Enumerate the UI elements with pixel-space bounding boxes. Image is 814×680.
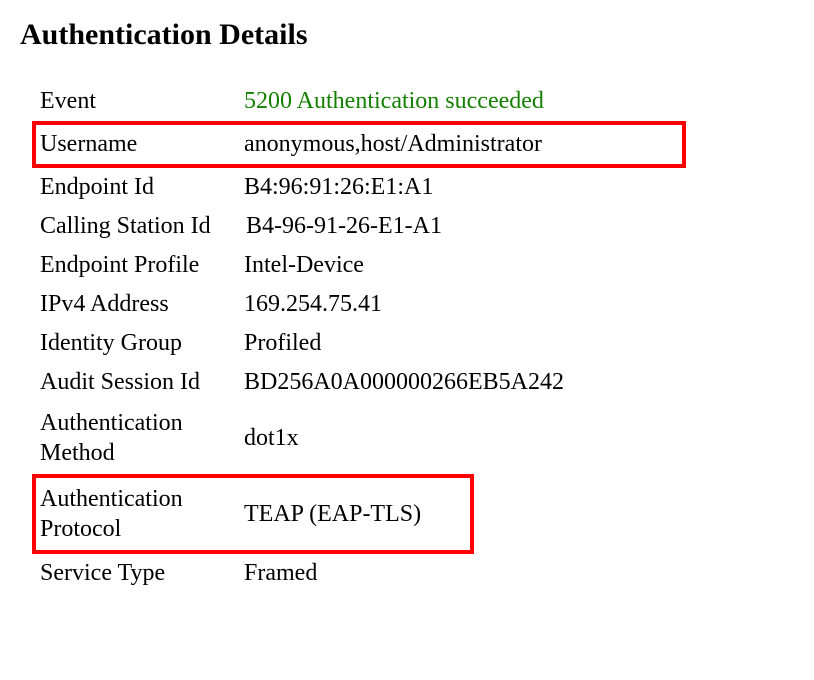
label-event: Event bbox=[40, 88, 244, 115]
row-service-type: Service Type Framed bbox=[36, 554, 794, 593]
value-calling-station-id: B4-96-91-26-E1-A1 bbox=[246, 213, 790, 240]
value-event: 5200 Authentication succeeded bbox=[244, 88, 790, 115]
row-ipv4-address: IPv4 Address 169.254.75.41 bbox=[36, 285, 794, 324]
page-title: Authentication Details bbox=[20, 18, 794, 52]
value-ipv4-address: 169.254.75.41 bbox=[244, 291, 790, 318]
label-audit-session-id: Audit Session Id bbox=[40, 369, 244, 396]
label-endpoint-id: Endpoint Id bbox=[40, 174, 244, 201]
value-endpoint-profile: Intel-Device bbox=[244, 252, 790, 279]
label-service-type: Service Type bbox=[40, 560, 244, 587]
value-username: anonymous,host/Administrator bbox=[244, 131, 678, 158]
value-auth-method: dot1x bbox=[244, 425, 790, 452]
label-endpoint-profile: Endpoint Profile bbox=[40, 252, 244, 279]
row-event: Event 5200 Authentication succeeded bbox=[36, 82, 794, 121]
row-audit-session-id: Audit Session Id BD256A0A000000266EB5A24… bbox=[36, 363, 794, 402]
value-identity-group: Profiled bbox=[244, 330, 790, 357]
value-service-type: Framed bbox=[244, 560, 790, 587]
row-endpoint-profile: Endpoint Profile Intel-Device bbox=[36, 246, 794, 285]
value-auth-protocol: TEAP (EAP-TLS) bbox=[244, 501, 466, 528]
row-auth-protocol: Authentication Protocol TEAP (EAP-TLS) bbox=[32, 474, 474, 554]
authentication-details-table: Event 5200 Authentication succeeded User… bbox=[36, 82, 794, 593]
row-username: Username anonymous,host/Administrator bbox=[32, 121, 686, 168]
value-endpoint-id: B4:96:91:26:E1:A1 bbox=[244, 174, 790, 201]
label-auth-method: Authentication Method bbox=[40, 408, 244, 468]
value-audit-session-id: BD256A0A000000266EB5A242 bbox=[244, 369, 790, 396]
label-ipv4-address: IPv4 Address bbox=[40, 291, 244, 318]
label-identity-group: Identity Group bbox=[40, 330, 244, 357]
row-auth-method: Authentication Method dot1x bbox=[36, 402, 794, 474]
label-username: Username bbox=[40, 131, 244, 158]
row-endpoint-id: Endpoint Id B4:96:91:26:E1:A1 bbox=[36, 168, 794, 207]
row-identity-group: Identity Group Profiled bbox=[36, 324, 794, 363]
label-auth-protocol: Authentication Protocol bbox=[40, 484, 244, 544]
label-calling-station-id: Calling Station Id bbox=[40, 213, 246, 240]
row-calling-station-id: Calling Station Id B4-96-91-26-E1-A1 bbox=[36, 207, 794, 246]
